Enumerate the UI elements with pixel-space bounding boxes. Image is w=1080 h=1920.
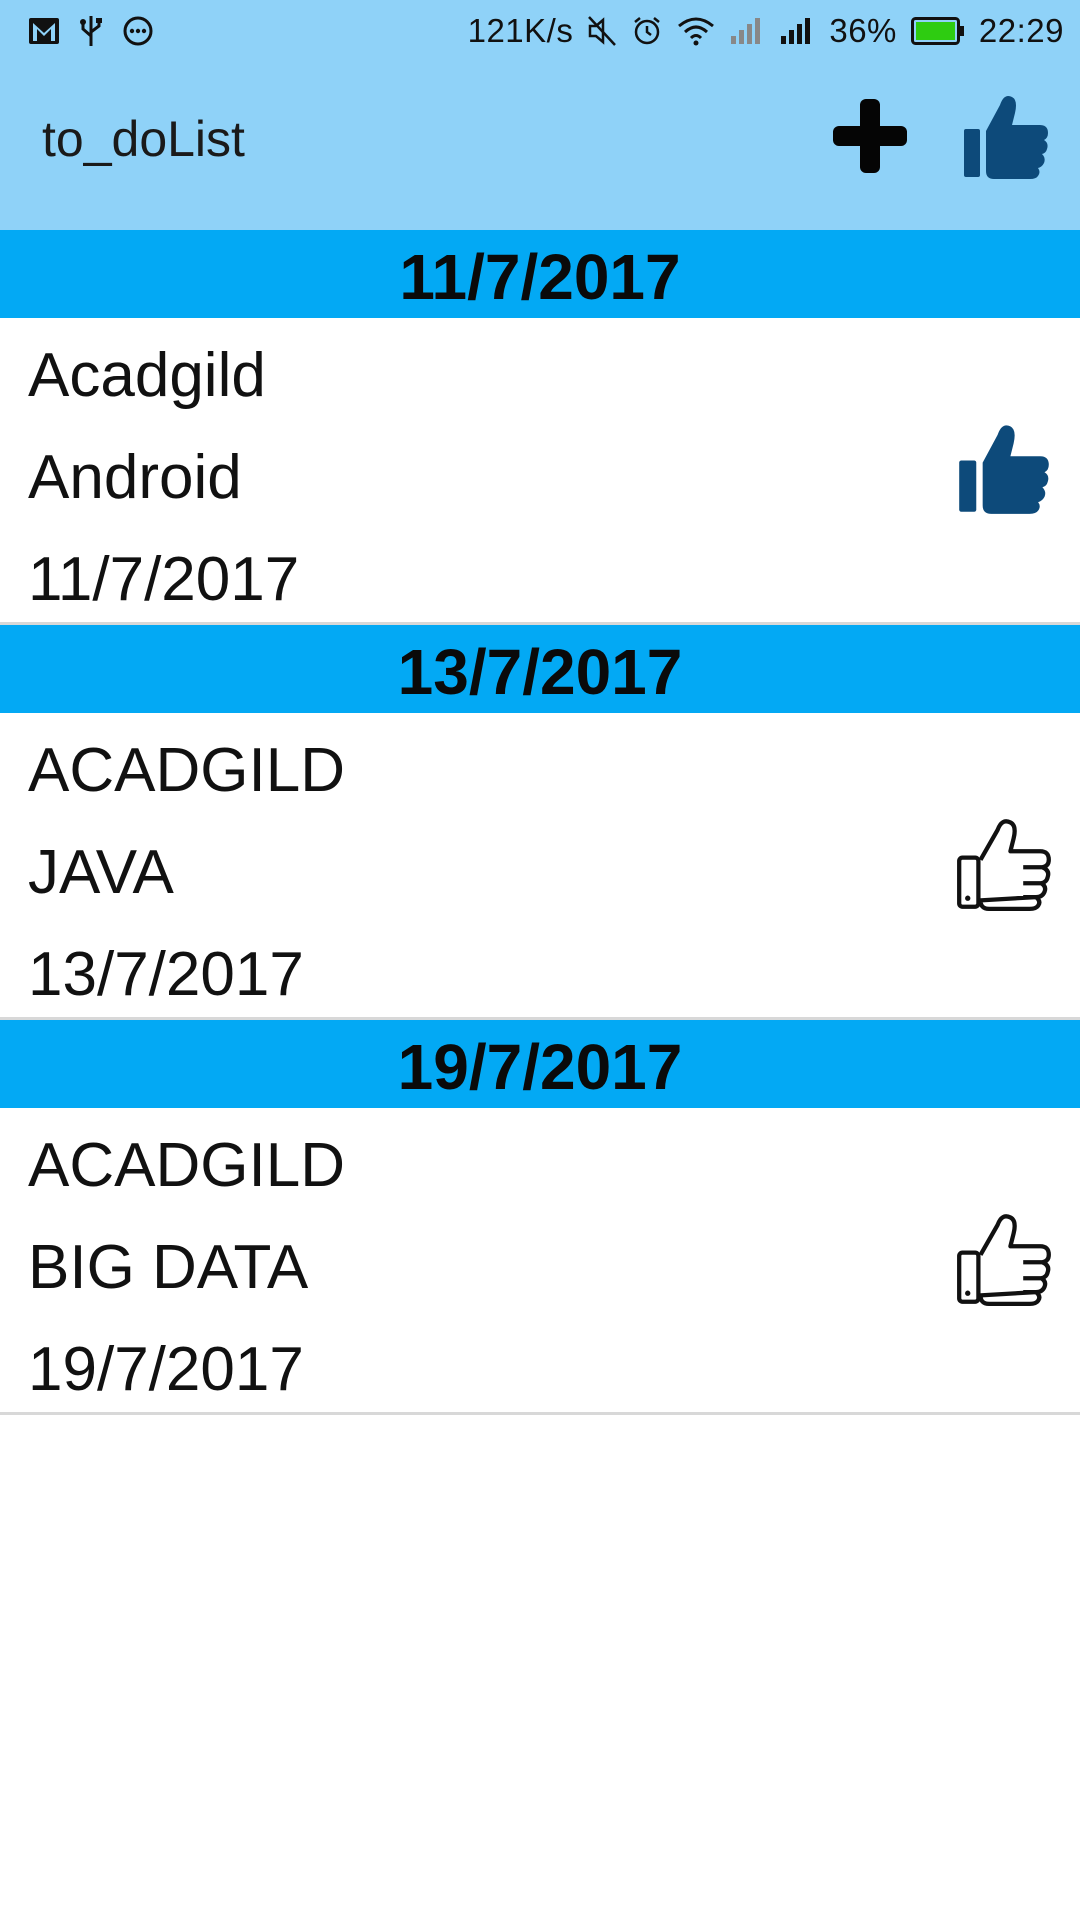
thumbs-up-outline-icon — [957, 1214, 1051, 1306]
item-description: JAVA — [28, 838, 174, 907]
plus-icon — [833, 99, 907, 173]
date-group-header: 13/7/2017 — [0, 625, 1080, 713]
signal-icon — [729, 11, 765, 51]
completed-button[interactable] — [956, 86, 1056, 186]
signal-icon — [779, 11, 815, 51]
item-date: 13/7/2017 — [28, 940, 304, 1009]
like-button[interactable] — [954, 418, 1054, 518]
add-button[interactable] — [820, 86, 920, 186]
thumbs-up-outline-icon — [957, 819, 1051, 911]
alarm-icon — [631, 11, 663, 51]
status-bar: 121K/s 36% 22:29 — [0, 0, 1080, 62]
status-right: 121K/s 36% 22:29 — [468, 11, 1064, 51]
item-description: Android — [28, 443, 242, 512]
item-title: ACADGILD — [28, 736, 345, 805]
list-item[interactable]: ACADGILD BIG DATA 19/7/2017 — [0, 1108, 1080, 1415]
like-button[interactable] — [954, 1208, 1054, 1308]
battery-icon — [910, 11, 965, 51]
app-title: to_doList — [42, 111, 245, 167]
status-left — [28, 11, 154, 51]
app-bar: to_doList — [0, 62, 1080, 230]
thumbs-up-filled-icon — [959, 425, 1049, 514]
battery-percent: 36% — [829, 12, 897, 49]
date-group-header: 19/7/2017 — [0, 1020, 1080, 1108]
gmail-icon — [28, 11, 60, 51]
like-button[interactable] — [954, 813, 1054, 913]
wifi-icon — [677, 11, 715, 51]
item-date: 19/7/2017 — [28, 1335, 304, 1404]
item-date: 11/7/2017 — [28, 545, 300, 614]
app-actions — [820, 86, 1056, 186]
todo-list: 11/7/2017 Acadgild Android 11/7/2017 13/… — [0, 230, 1080, 1415]
net-speed: 121K/s — [467, 12, 574, 49]
list-item[interactable]: ACADGILD JAVA 13/7/2017 — [0, 713, 1080, 1020]
item-description: BIG DATA — [28, 1233, 309, 1302]
item-title: Acadgild — [28, 341, 266, 410]
date-group-header: 11/7/2017 — [0, 230, 1080, 318]
list-item[interactable]: Acadgild Android 11/7/2017 — [0, 318, 1080, 625]
clock: 22:29 — [978, 12, 1064, 49]
thumbs-up-filled-icon — [964, 96, 1048, 179]
usb-icon — [78, 11, 104, 51]
more-icon — [122, 11, 154, 51]
item-title: ACADGILD — [28, 1131, 345, 1200]
mute-icon — [587, 11, 617, 51]
